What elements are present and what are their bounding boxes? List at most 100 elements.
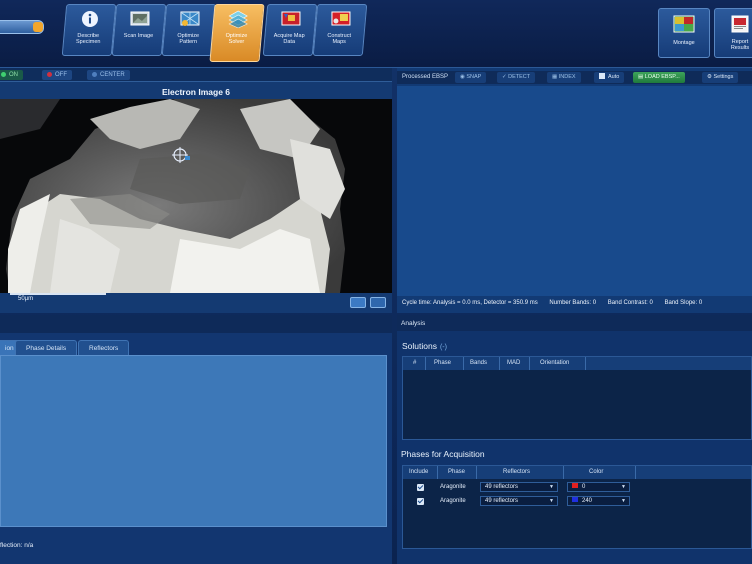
color-value: 240 (582, 498, 593, 504)
detect-button[interactable]: ✓ DETECT (497, 72, 536, 83)
solutions-table[interactable]: # Phase Bands MAD Orientation (402, 356, 752, 440)
reflectors-dropdown[interactable]: 49 reflectors ▼ (480, 496, 558, 506)
index-label: INDEX (558, 74, 576, 80)
include-checkbox-icon[interactable] (417, 498, 424, 505)
reflectors-dropdown[interactable]: 49 reflectors ▼ (480, 482, 558, 492)
tab-content-area (0, 355, 387, 527)
ebsp-status-line: Cycle time: Analysis = 0.0 ms, Detector … (402, 300, 712, 306)
phases-table-header: Include Phase Reflectors Color (403, 466, 751, 479)
report-results-label: Report Results (730, 39, 750, 51)
reflection-status: flection: n/a (0, 542, 34, 549)
scale-bar-strip: 50µm (0, 293, 392, 313)
toolbar: Describe Specimen Scan Image Optimize Pa… (0, 0, 752, 68)
phase-row[interactable]: Aragonite 49 reflectors ▼ 240 ▼ (403, 495, 751, 508)
detect-label: DETECT (508, 74, 531, 80)
optimize-solver-button[interactable]: Optimize Solver (209, 4, 265, 62)
reflectors-value: 49 reflectors (485, 484, 519, 490)
beam-toggle-bar: ON OFF CENTER (0, 68, 392, 82)
center-toggle[interactable]: CENTER (87, 70, 130, 80)
auto-label: Auto (608, 74, 620, 80)
color-dropdown[interactable]: 240 ▼ (567, 496, 630, 506)
off-label: OFF (55, 72, 67, 78)
optimize-solver-icon (228, 10, 248, 28)
describe-specimen-label: Describe Specimen (75, 33, 101, 45)
ebsp-toolbar: Processed EBSP ◉ SNAP ✓ DETECT ▦ INDEX A… (397, 71, 752, 84)
color-value: 0 (582, 484, 586, 490)
report-results-button[interactable]: Report Results (714, 8, 752, 58)
phases-table[interactable]: Include Phase Reflectors Color Aragonite… (402, 465, 752, 549)
describe-specimen-button[interactable]: Describe Specimen (61, 4, 117, 56)
construct-maps-icon (331, 11, 351, 26)
color-swatch (572, 483, 578, 488)
off-indicator-icon (47, 71, 52, 77)
cycle-time-text: Cycle time: Analysis = 0.0 ms, Detector … (402, 300, 538, 306)
on-indicator-icon (1, 71, 6, 77)
solutions-table-header: # Phase Bands MAD Orientation (403, 357, 751, 370)
scan-image-button[interactable]: Scan Image (111, 4, 167, 56)
beam-on-toggle[interactable]: ON (0, 70, 23, 80)
ebsp-panel: Processed EBSP ◉ SNAP ✓ DETECT ▦ INDEX A… (397, 68, 752, 313)
analysis-header: Analysis (397, 315, 752, 331)
phase-name: Aragonite (440, 498, 466, 504)
electron-image-panel: ON OFF CENTER Electron Image 6 50µm (0, 68, 392, 313)
phase-row[interactable]: Aragonite 49 reflectors ▼ 0 ▼ (403, 481, 751, 494)
include-checkbox-icon[interactable] (417, 484, 424, 491)
image-zoom-icon[interactable] (370, 297, 386, 308)
center-indicator-icon (92, 71, 97, 77)
color-dropdown[interactable]: 0 ▼ (567, 482, 630, 492)
phases-title: Phases for Acquisition (401, 449, 485, 459)
acquire-map-data-button[interactable]: Acquire Map Data (262, 4, 318, 56)
col-color: Color (589, 469, 604, 475)
phase-details-panel: ion Phase Details Reflectors flection: n… (0, 315, 392, 564)
scale-label: 50µm (18, 296, 34, 302)
color-swatch (572, 497, 578, 502)
construct-maps-label: Construct Maps (327, 33, 351, 45)
on-label: ON (9, 72, 18, 78)
info-icon (81, 11, 98, 27)
solutions-count: (-) (439, 344, 447, 351)
image-title: Electron Image 6 (161, 87, 231, 97)
ebsp-pattern-view[interactable] (397, 86, 752, 296)
load-ebsp-button[interactable]: ▤ LOAD EBSP... (633, 72, 685, 83)
solutions-title: Solutions (402, 341, 437, 351)
analysis-title: Analysis (401, 320, 426, 327)
tab-reflectors[interactable]: Reflectors (78, 340, 130, 355)
beam-off-toggle[interactable]: OFF (42, 70, 72, 80)
chevron-down-icon: ▼ (549, 498, 554, 504)
montage-icon (673, 15, 695, 33)
settings-button[interactable]: ⚙ Settings (702, 72, 739, 83)
optimize-solver-label: Optimize Solver (225, 33, 248, 45)
optimize-pattern-button[interactable]: Optimize Pattern (161, 4, 217, 56)
construct-maps-button[interactable]: Construct Maps (312, 4, 368, 56)
scan-image-icon (130, 11, 150, 26)
col-bands: Bands (470, 360, 488, 366)
index-button[interactable]: ▦ INDEX (547, 72, 581, 83)
specimen-image (0, 99, 392, 293)
auto-checkbox[interactable]: Auto (594, 72, 625, 83)
auto-check-icon (599, 73, 605, 79)
load-ebsp-label: LOAD EBSP... (644, 74, 680, 80)
col-orientation: Orientation (540, 360, 570, 366)
center-label: CENTER (100, 72, 125, 78)
snap-button[interactable]: ◉ SNAP (455, 72, 487, 83)
montage-button[interactable]: Montage (658, 8, 710, 58)
optimize-pattern-icon (180, 11, 200, 26)
col-phase: Phase (434, 360, 452, 366)
settings-label: Settings (713, 74, 734, 80)
band-slope-text: Band Slope: 0 (664, 300, 703, 306)
scale-bar (10, 293, 106, 295)
acquire-map-data-label: Acquire Map Data (273, 33, 305, 45)
phase-panel-header (0, 315, 392, 333)
snap-label: SNAP (466, 74, 482, 80)
number-bands-text: Number Bands: 0 (549, 300, 597, 306)
col-phase-name: Phase (448, 469, 466, 475)
chevron-down-icon: ▼ (621, 484, 626, 490)
col-number: # (413, 360, 417, 366)
tab-phase-details[interactable]: Phase Details (15, 340, 78, 355)
electron-image-view[interactable] (0, 99, 392, 293)
chevron-down-icon: ▼ (549, 484, 554, 490)
app-window: Describe Specimen Scan Image Optimize Pa… (0, 0, 752, 564)
reflectors-value: 49 reflectors (485, 498, 519, 504)
report-icon (731, 15, 749, 33)
image-fit-icon[interactable] (350, 297, 366, 308)
